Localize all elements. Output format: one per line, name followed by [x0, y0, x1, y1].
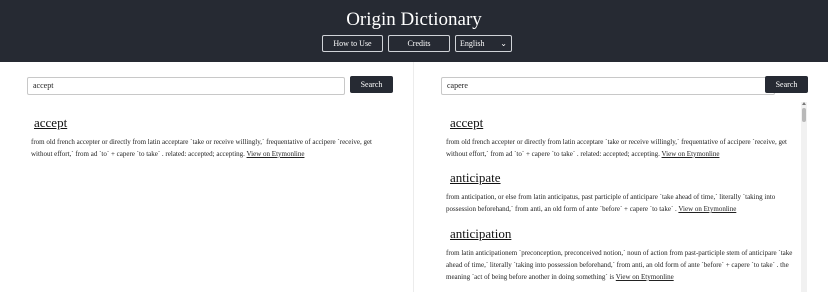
entry-word[interactable]: anticipate — [450, 170, 501, 186]
right-search-value: capere — [447, 81, 468, 90]
app-title: Origin Dictionary — [346, 9, 482, 30]
etymonline-link[interactable]: View on Etymonline — [662, 150, 720, 158]
results-scrollbar[interactable] — [801, 102, 807, 292]
credits-button[interactable]: Credits — [388, 35, 450, 52]
scroll-up-icon[interactable] — [802, 102, 806, 105]
etymonline-link[interactable]: View on Etymonline — [678, 205, 736, 213]
chevron-down-icon: ⌄ — [500, 39, 507, 48]
left-pane: accept Search accept from old french acc… — [0, 62, 413, 292]
etymonline-link[interactable]: View on Etymonline — [247, 150, 305, 158]
right-pane: capere Search accept from old french acc… — [414, 62, 828, 292]
etymonline-link[interactable]: View on Etymonline — [616, 273, 674, 281]
definition-text: from old french accepter or directly fro… — [31, 138, 372, 158]
app-header: Origin Dictionary How to Use Credits Eng… — [0, 0, 828, 62]
language-select-value: English — [460, 39, 485, 48]
entry-definition: from latin anticipationem `preconception… — [446, 247, 795, 283]
how-to-use-button[interactable]: How to Use — [322, 35, 383, 52]
entry-definition: from old french accepter or directly fro… — [446, 136, 795, 160]
entry-word[interactable]: anticipation — [450, 226, 511, 242]
right-search-input[interactable]: capere — [441, 77, 775, 95]
entry-word[interactable]: accept — [34, 115, 67, 131]
entry-definition: from anticipation, or else from latin an… — [446, 191, 795, 215]
right-search-button[interactable]: Search — [765, 76, 808, 93]
left-search-input[interactable]: accept — [27, 77, 345, 95]
language-select[interactable]: English ⌄ — [455, 35, 512, 52]
scroll-thumb[interactable] — [802, 108, 806, 122]
entry-definition: from old french accepter or directly fro… — [31, 136, 383, 160]
left-search-value: accept — [33, 81, 54, 90]
entry-word[interactable]: accept — [450, 115, 483, 131]
definition-text: from old french accepter or directly fro… — [446, 138, 787, 158]
left-search-button[interactable]: Search — [350, 76, 393, 93]
